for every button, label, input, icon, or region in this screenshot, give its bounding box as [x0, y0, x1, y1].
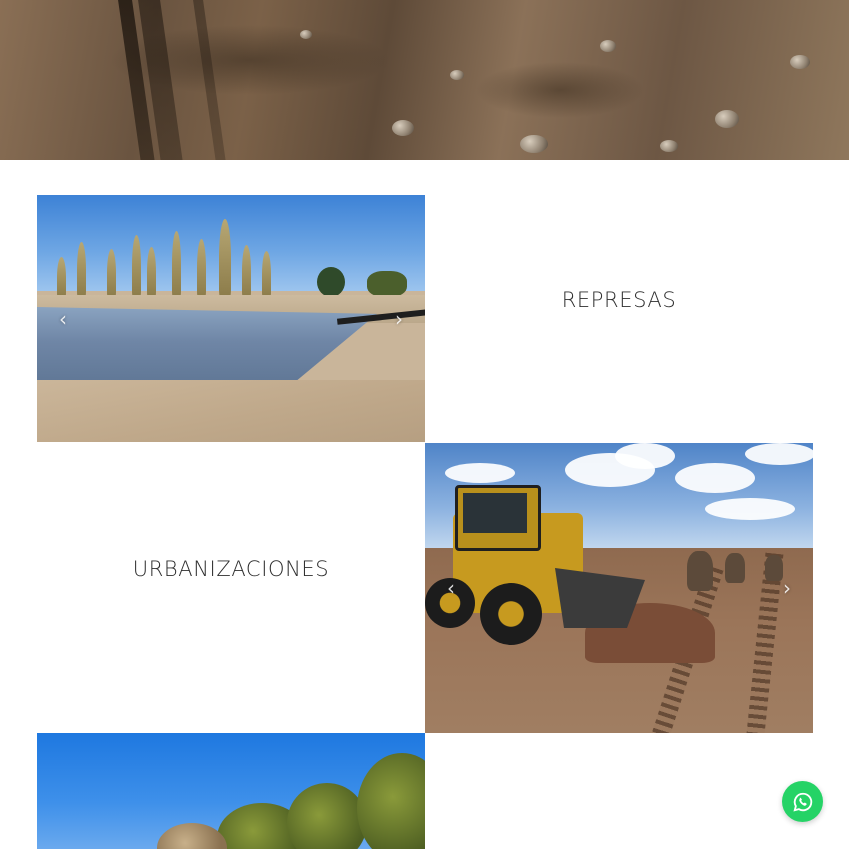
- olive-tree: [725, 553, 745, 583]
- sand-ground: [37, 380, 425, 442]
- stone: [520, 135, 548, 153]
- slider-prev-icon[interactable]: ‹: [447, 578, 455, 598]
- slider-prev-icon[interactable]: ‹: [59, 309, 67, 329]
- olive-tree: [765, 555, 783, 581]
- stone: [392, 120, 414, 136]
- stone: [790, 55, 810, 69]
- stone: [300, 30, 312, 39]
- represas-image-slider[interactable]: ‹ ›: [37, 195, 425, 442]
- stone: [660, 140, 678, 152]
- loader-cab-glass: [463, 493, 527, 533]
- page: ‹ › REPRESAS URBANIZACIONES ‹ ›: [0, 0, 849, 849]
- poplar-trees: [37, 215, 425, 297]
- whatsapp-icon: [792, 792, 812, 812]
- slider-next-icon[interactable]: ›: [783, 578, 791, 598]
- represas-label-cell: REPRESAS: [425, 195, 813, 405]
- third-service-image-slider[interactable]: [37, 733, 425, 849]
- soil-furrow: [191, 0, 229, 160]
- whatsapp-button[interactable]: [782, 781, 823, 822]
- stone: [715, 110, 739, 128]
- slider-next-icon[interactable]: ›: [395, 309, 403, 329]
- service-title-urbanizaciones: URBANIZACIONES: [132, 557, 330, 581]
- stone: [450, 70, 464, 80]
- loader-wheel: [480, 583, 542, 645]
- olive-tree: [687, 551, 713, 591]
- hero-image-gravel-soil: [0, 0, 849, 160]
- urbanizaciones-image-slider[interactable]: ‹ ›: [425, 443, 813, 733]
- service-title-represas: REPRESAS: [561, 288, 677, 312]
- stone: [600, 40, 616, 52]
- urbanizaciones-label-cell: URBANIZACIONES: [37, 443, 425, 695]
